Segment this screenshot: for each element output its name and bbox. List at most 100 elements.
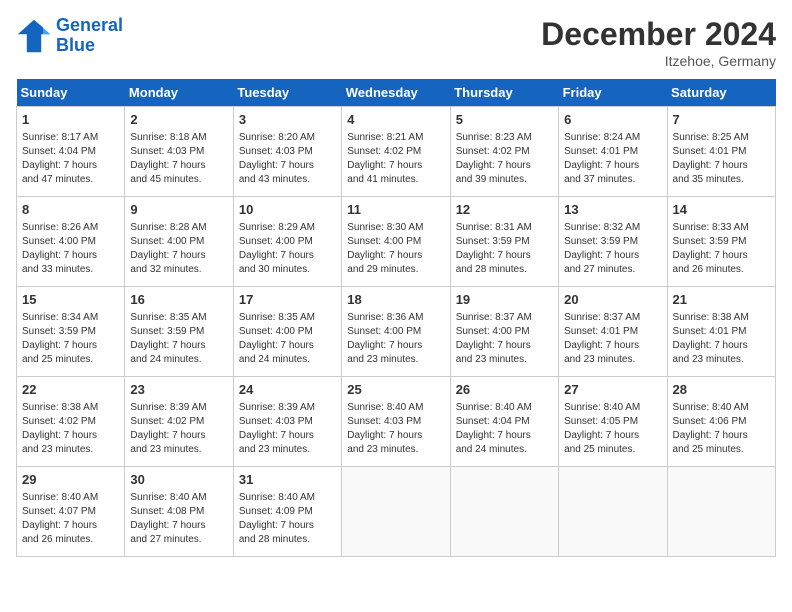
calendar-cell: 11Sunrise: 8:30 AM Sunset: 4:00 PM Dayli… bbox=[342, 197, 450, 287]
calendar-week-row: 15 Sunrise: 8:34 AM Sunset: 3:59 PM Dayli… bbox=[17, 287, 776, 377]
calendar-cell: 19 Sunrise: 8:37 AM Sunset: 4:00 PM Dayli… bbox=[450, 287, 558, 377]
calendar-week-row: 1 Sunrise: 8:17 AM Sunset: 4:04 PM Daylig… bbox=[17, 107, 776, 197]
day-number: 17 bbox=[239, 291, 336, 309]
calendar-week-row: 29 Sunrise: 8:40 AM Sunset: 4:07 PM Dayli… bbox=[17, 467, 776, 557]
day-number: 30 bbox=[130, 471, 227, 489]
weekday-header: Saturday bbox=[667, 79, 775, 107]
day-detail: Sunrise: 8:25 AM Sunset: 4:01 PM Dayligh… bbox=[673, 131, 770, 187]
day-detail: Sunrise: 8:39 AM Sunset: 4:02 PM Dayligh… bbox=[130, 401, 227, 457]
calendar-cell: 7Sunrise: 8:25 AM Sunset: 4:01 PM Daylig… bbox=[667, 107, 775, 197]
page-header: General Blue December 2024 Itzehoe, Germ… bbox=[16, 16, 776, 69]
calendar-table: SundayMondayTuesdayWednesdayThursdayFrid… bbox=[16, 79, 776, 557]
day-number: 3 bbox=[239, 111, 336, 129]
calendar-cell: 4Sunrise: 8:21 AM Sunset: 4:02 PM Daylig… bbox=[342, 107, 450, 197]
day-number: 18 bbox=[347, 291, 444, 309]
day-number: 27 bbox=[564, 381, 661, 399]
calendar-cell: 18 Sunrise: 8:36 AM Sunset: 4:00 PM Dayli… bbox=[342, 287, 450, 377]
calendar-cell: 14Sunrise: 8:33 AM Sunset: 3:59 PM Dayli… bbox=[667, 197, 775, 287]
logo-icon bbox=[16, 18, 52, 54]
logo: General Blue bbox=[16, 16, 123, 56]
day-number: 13 bbox=[564, 201, 661, 219]
day-number: 31 bbox=[239, 471, 336, 489]
day-number: 21 bbox=[673, 291, 770, 309]
calendar-cell: 25Sunrise: 8:40 AM Sunset: 4:03 PM Dayli… bbox=[342, 377, 450, 467]
day-detail: Sunrise: 8:20 AM Sunset: 4:03 PM Dayligh… bbox=[239, 131, 336, 187]
day-detail: Sunrise: 8:32 AM Sunset: 3:59 PM Dayligh… bbox=[564, 221, 661, 277]
calendar-cell: 27 Sunrise: 8:40 AM Sunset: 4:05 PM Dayli… bbox=[559, 377, 667, 467]
day-number: 10 bbox=[239, 201, 336, 219]
logo-text: General Blue bbox=[56, 16, 123, 56]
weekday-header: Sunday bbox=[17, 79, 125, 107]
day-detail: Sunrise: 8:24 AM Sunset: 4:01 PM Dayligh… bbox=[564, 131, 661, 187]
calendar-cell: 28 Sunrise: 8:40 AM Sunset: 4:06 PM Dayli… bbox=[667, 377, 775, 467]
weekday-header: Friday bbox=[559, 79, 667, 107]
day-detail: Sunrise: 8:35 AM Sunset: 4:00 PM Dayligh… bbox=[239, 311, 336, 367]
day-number: 1 bbox=[22, 111, 119, 129]
day-detail: Sunrise: 8:37 AM Sunset: 4:00 PM Dayligh… bbox=[456, 311, 553, 367]
day-detail: Sunrise: 8:40 AM Sunset: 4:08 PM Dayligh… bbox=[130, 491, 227, 547]
day-detail: Sunrise: 8:36 AM Sunset: 4:00 PM Dayligh… bbox=[347, 311, 444, 367]
day-detail: Sunrise: 8:40 AM Sunset: 4:07 PM Dayligh… bbox=[22, 491, 119, 547]
day-detail: Sunrise: 8:31 AM Sunset: 3:59 PM Dayligh… bbox=[456, 221, 553, 277]
day-detail: Sunrise: 8:40 AM Sunset: 4:06 PM Dayligh… bbox=[673, 401, 770, 457]
calendar-cell: 1 Sunrise: 8:17 AM Sunset: 4:04 PM Daylig… bbox=[17, 107, 125, 197]
day-number: 25 bbox=[347, 381, 444, 399]
day-number: 26 bbox=[456, 381, 553, 399]
day-number: 15 bbox=[22, 291, 119, 309]
calendar-cell: 22 Sunrise: 8:38 AM Sunset: 4:02 PM Dayli… bbox=[17, 377, 125, 467]
day-detail: Sunrise: 8:38 AM Sunset: 4:01 PM Dayligh… bbox=[673, 311, 770, 367]
calendar-cell: 10Sunrise: 8:29 AM Sunset: 4:00 PM Dayli… bbox=[233, 197, 341, 287]
day-number: 6 bbox=[564, 111, 661, 129]
title-area: December 2024 Itzehoe, Germany bbox=[541, 16, 776, 69]
day-number: 23 bbox=[130, 381, 227, 399]
calendar-cell: 31Sunrise: 8:40 AM Sunset: 4:09 PM Dayli… bbox=[233, 467, 341, 557]
calendar-cell: 3 Sunrise: 8:20 AM Sunset: 4:03 PM Daylig… bbox=[233, 107, 341, 197]
day-detail: Sunrise: 8:40 AM Sunset: 4:04 PM Dayligh… bbox=[456, 401, 553, 457]
day-number: 28 bbox=[673, 381, 770, 399]
day-number: 9 bbox=[130, 201, 227, 219]
day-number: 24 bbox=[239, 381, 336, 399]
day-number: 14 bbox=[673, 201, 770, 219]
weekday-header: Tuesday bbox=[233, 79, 341, 107]
day-detail: Sunrise: 8:18 AM Sunset: 4:03 PM Dayligh… bbox=[130, 131, 227, 187]
calendar-cell: 9 Sunrise: 8:28 AM Sunset: 4:00 PM Daylig… bbox=[125, 197, 233, 287]
calendar-cell: 6 Sunrise: 8:24 AM Sunset: 4:01 PM Daylig… bbox=[559, 107, 667, 197]
day-number: 8 bbox=[22, 201, 119, 219]
calendar-cell: 21 Sunrise: 8:38 AM Sunset: 4:01 PM Dayli… bbox=[667, 287, 775, 377]
calendar-cell: 5Sunrise: 8:23 AM Sunset: 4:02 PM Daylig… bbox=[450, 107, 558, 197]
calendar-cell: 24 Sunrise: 8:39 AM Sunset: 4:03 PM Dayli… bbox=[233, 377, 341, 467]
day-detail: Sunrise: 8:28 AM Sunset: 4:00 PM Dayligh… bbox=[130, 221, 227, 277]
calendar-cell: 30 Sunrise: 8:40 AM Sunset: 4:08 PM Dayli… bbox=[125, 467, 233, 557]
logo-line1: General bbox=[56, 15, 123, 35]
day-number: 12 bbox=[456, 201, 553, 219]
weekday-header: Thursday bbox=[450, 79, 558, 107]
logo-line2: Blue bbox=[56, 35, 95, 55]
day-detail: Sunrise: 8:17 AM Sunset: 4:04 PM Dayligh… bbox=[22, 131, 119, 187]
day-number: 20 bbox=[564, 291, 661, 309]
day-detail: Sunrise: 8:35 AM Sunset: 3:59 PM Dayligh… bbox=[130, 311, 227, 367]
calendar-cell bbox=[450, 467, 558, 557]
month-title: December 2024 bbox=[541, 16, 776, 53]
day-detail: Sunrise: 8:26 AM Sunset: 4:00 PM Dayligh… bbox=[22, 221, 119, 277]
day-number: 19 bbox=[456, 291, 553, 309]
calendar-cell bbox=[559, 467, 667, 557]
calendar-cell: 12 Sunrise: 8:31 AM Sunset: 3:59 PM Dayli… bbox=[450, 197, 558, 287]
calendar-cell bbox=[342, 467, 450, 557]
calendar-cell: 2 Sunrise: 8:18 AM Sunset: 4:03 PM Daylig… bbox=[125, 107, 233, 197]
day-detail: Sunrise: 8:39 AM Sunset: 4:03 PM Dayligh… bbox=[239, 401, 336, 457]
weekday-header-row: SundayMondayTuesdayWednesdayThursdayFrid… bbox=[17, 79, 776, 107]
day-number: 22 bbox=[22, 381, 119, 399]
location: Itzehoe, Germany bbox=[541, 53, 776, 69]
day-number: 16 bbox=[130, 291, 227, 309]
calendar-week-row: 8 Sunrise: 8:26 AM Sunset: 4:00 PM Daylig… bbox=[17, 197, 776, 287]
day-number: 5 bbox=[456, 111, 553, 129]
calendar-cell: 16 Sunrise: 8:35 AM Sunset: 3:59 PM Dayli… bbox=[125, 287, 233, 377]
calendar-cell: 13 Sunrise: 8:32 AM Sunset: 3:59 PM Dayli… bbox=[559, 197, 667, 287]
day-detail: Sunrise: 8:38 AM Sunset: 4:02 PM Dayligh… bbox=[22, 401, 119, 457]
weekday-header: Monday bbox=[125, 79, 233, 107]
day-detail: Sunrise: 8:34 AM Sunset: 3:59 PM Dayligh… bbox=[22, 311, 119, 367]
day-detail: Sunrise: 8:37 AM Sunset: 4:01 PM Dayligh… bbox=[564, 311, 661, 367]
day-number: 29 bbox=[22, 471, 119, 489]
day-number: 2 bbox=[130, 111, 227, 129]
day-detail: Sunrise: 8:40 AM Sunset: 4:05 PM Dayligh… bbox=[564, 401, 661, 457]
